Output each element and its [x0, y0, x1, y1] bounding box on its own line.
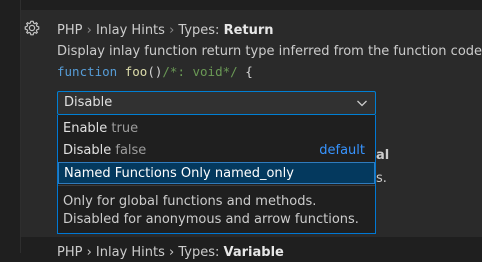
settings-editor: PHP › Inlay Hints › Types: Return Displa…	[0, 0, 482, 260]
option-label: Named Functions Only	[64, 166, 211, 181]
option-value: false	[115, 143, 147, 158]
code-comment: /*: void*/	[162, 64, 238, 79]
select-dropdown: Enable true Disable false default Named …	[57, 115, 376, 234]
next-setting-title: PHP › Inlay Hints › Types: Variable	[57, 244, 284, 262]
chevron-down-icon	[356, 97, 368, 109]
breadcrumb-separator: ›	[169, 23, 175, 38]
breadcrumb-types: Types:	[178, 23, 220, 38]
occluded-setting-title-fragment: al	[376, 148, 390, 163]
option-disable[interactable]: Disable false default	[58, 140, 375, 162]
breadcrumb-php: PHP	[57, 23, 83, 38]
setting-code-example: function foo()/*: void*/ {	[57, 63, 253, 81]
option-enable[interactable]: Enable true	[58, 118, 375, 140]
code-keyword: function	[57, 64, 118, 79]
option-value: true	[111, 121, 139, 136]
breadcrumb-separator: ›	[86, 23, 92, 38]
option-label: Disable	[63, 143, 112, 158]
gear-icon[interactable]	[22, 18, 42, 38]
select-box[interactable]: Disable	[57, 91, 376, 115]
focus-indicator	[20, 0, 21, 253]
setting-title: PHP › Inlay Hints › Types: Return	[57, 22, 274, 40]
select-value: Disable	[64, 95, 113, 110]
default-badge: default	[319, 143, 365, 158]
option-value: named_only	[214, 166, 294, 181]
occluded-setting-description-fragment: s.	[376, 171, 387, 186]
setting-description: Display inlay function return type infer…	[57, 44, 482, 59]
setting-name: Return	[223, 23, 274, 38]
code-parens: ()	[147, 64, 163, 79]
breadcrumb-inlay-hints: Inlay Hints	[95, 23, 165, 38]
option-description: Only for global functions and methods. D…	[63, 194, 359, 227]
code-brace: {	[245, 64, 253, 79]
option-label: Enable	[63, 121, 108, 136]
option-named-only[interactable]: Named Functions Only named_only	[58, 162, 375, 184]
dropdown-divider	[58, 185, 375, 186]
code-function-name: foo	[124, 64, 148, 79]
